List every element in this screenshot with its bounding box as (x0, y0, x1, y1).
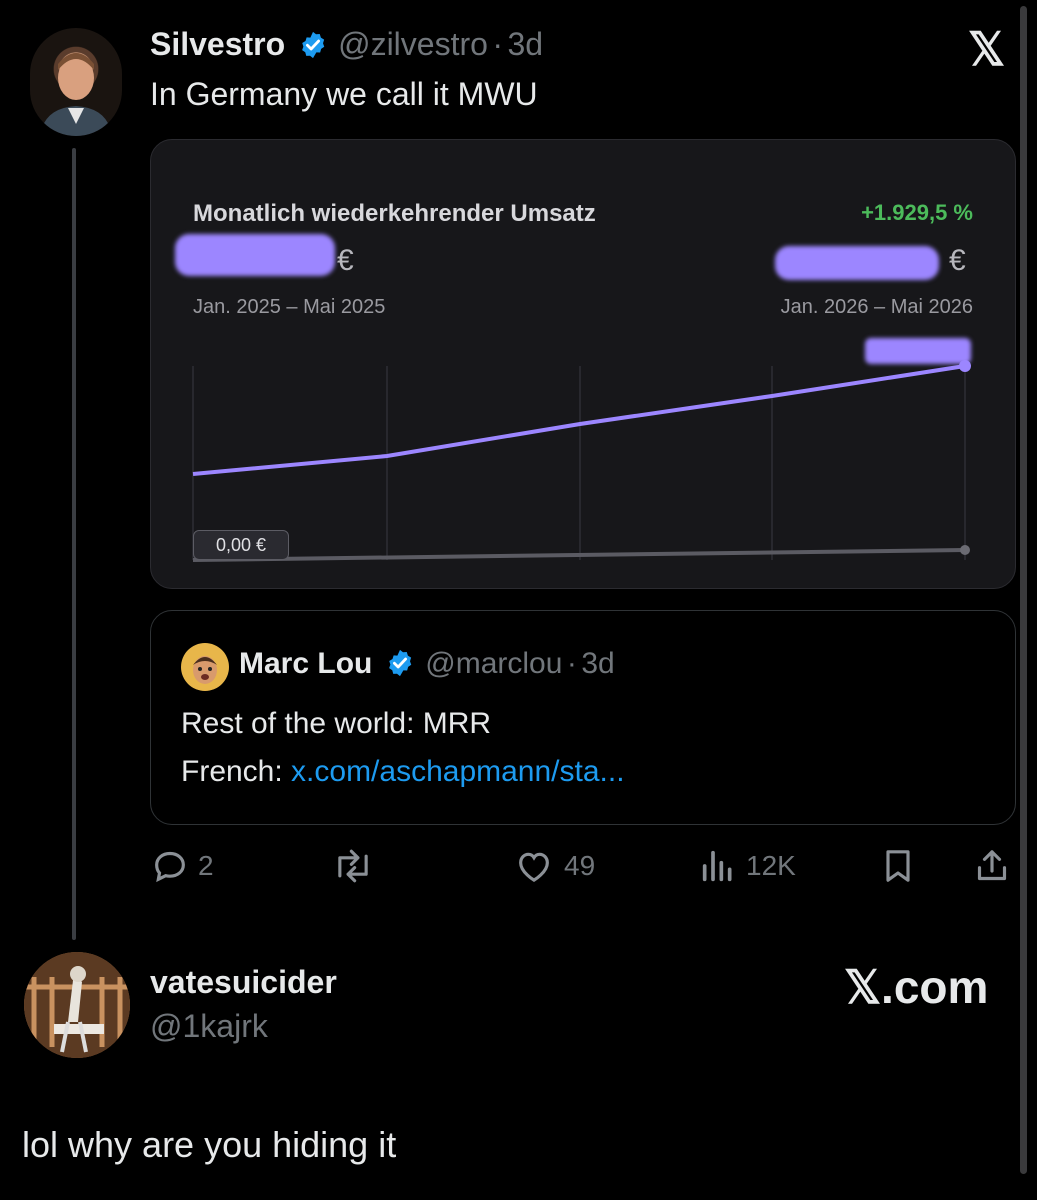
verified-badge-icon (298, 30, 328, 60)
quote-line-1: Rest of the world: MRR (181, 707, 492, 740)
like-icon (519, 852, 549, 883)
bookmark-button[interactable] (878, 846, 918, 886)
like-button[interactable]: 49 (512, 846, 595, 886)
line-chart (192, 360, 971, 562)
quote-author-avatar[interactable] (181, 643, 229, 691)
quote-age[interactable]: 3d (581, 647, 614, 680)
view-count: 12K (746, 850, 796, 881)
x-logo-icon[interactable]: 𝕏 (968, 22, 1005, 76)
share-icon (977, 850, 1007, 881)
author-avatar[interactable] (30, 28, 122, 136)
reply-author-name[interactable]: vatesuicider (150, 964, 337, 1001)
post-text: In Germany we call it MWU (150, 76, 538, 112)
share-button[interactable] (972, 846, 1012, 886)
baseline-series (192, 548, 966, 562)
separator-dot: · (566, 647, 577, 680)
views-icon (702, 850, 732, 882)
baseline-point (960, 545, 970, 555)
quoted-post[interactable]: Marc Lou @marclou · 3d Rest of the world… (150, 610, 1016, 825)
repost-icon (338, 849, 368, 883)
reply-author-avatar[interactable] (24, 952, 130, 1058)
quote-link[interactable]: x.com/aschapmann/sta... (291, 755, 625, 788)
reply-text: lol why are you hiding it (22, 1124, 397, 1165)
repost-button[interactable] (330, 846, 376, 886)
author-handle[interactable]: @zilvestro (338, 26, 488, 62)
quote-line-2-prefix: French: (181, 755, 292, 788)
scrollbar[interactable] (1020, 6, 1027, 1174)
reply-count: 2 (198, 850, 214, 881)
separator-dot: · (492, 26, 504, 62)
post-header: Silvestro @zilvestro · 3d (150, 26, 543, 63)
bookmark-icon (886, 850, 910, 882)
zero-label: 0,00 € (193, 530, 289, 560)
author-name[interactable]: Silvestro (150, 26, 285, 62)
post-age[interactable]: 3d (507, 26, 543, 62)
quote-author-handle[interactable]: @marclou (425, 647, 562, 680)
reply-button[interactable]: 2 (150, 846, 214, 886)
chart-card[interactable]: Monatlich wiederkehrender Umsatz +1.929,… (150, 139, 1016, 589)
quote-line-2: French: x.com/aschapmann/sta... (181, 755, 625, 789)
like-count: 49 (564, 850, 596, 881)
reply-icon (155, 851, 185, 883)
verified-badge-icon (385, 648, 415, 678)
views-button[interactable]: 12K (698, 846, 796, 886)
revenue-point (959, 360, 971, 372)
revenue-series (192, 364, 966, 476)
x-com-brand: 𝕏.com (844, 961, 989, 1013)
thread-line (72, 148, 76, 940)
reply-author-handle[interactable]: @1kajrk (150, 1008, 268, 1045)
quote-author-name[interactable]: Marc Lou (239, 647, 372, 680)
quote-header: Marc Lou @marclou · 3d (239, 647, 615, 681)
